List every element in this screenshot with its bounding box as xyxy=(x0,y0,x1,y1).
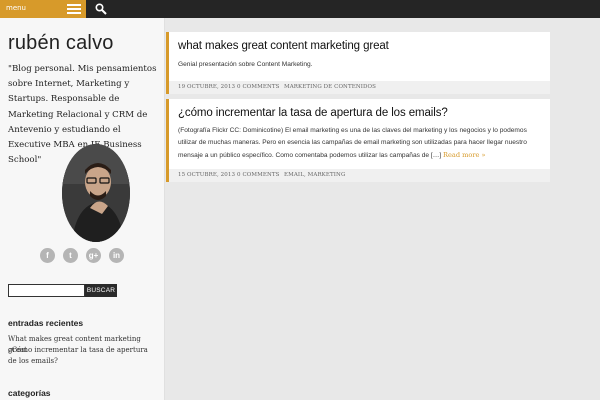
hamburger-icon xyxy=(67,4,81,14)
profile-photo xyxy=(62,144,130,242)
post-comments-link[interactable]: 0 Comments xyxy=(237,84,280,90)
post-excerpt: (Fotografía Flickr CC: Dominicotine) El … xyxy=(178,125,546,162)
facebook-icon[interactable]: f xyxy=(40,248,55,263)
post-meta: 15 octubre, 2013 0 Comments Email, Marke… xyxy=(169,169,550,182)
twitter-icon[interactable]: t xyxy=(63,248,78,263)
post-category-link[interactable]: Email, Marketing xyxy=(284,172,345,178)
top-bar: menu xyxy=(0,0,600,18)
search-input[interactable] xyxy=(8,284,85,297)
post-title[interactable]: ¿cómo incrementar la tasa de apertura de… xyxy=(178,107,448,119)
search-icon xyxy=(95,3,107,15)
post-card: what makes great content marketing great… xyxy=(166,32,550,94)
sidebar: rubén calvo "Blog personal. Mis pensamie… xyxy=(0,18,165,400)
search-toggle-button[interactable] xyxy=(90,0,112,18)
recent-post-link[interactable]: ¿Cómo incrementar la tasa de apertura de… xyxy=(8,345,158,367)
post-category-link[interactable]: Marketing de contenidos xyxy=(284,84,376,90)
menu-label: menu xyxy=(6,4,26,12)
post-title[interactable]: what makes great content marketing great xyxy=(178,40,389,52)
categories-title: categorías xyxy=(8,388,51,398)
post-date: 19 octubre, 2013 xyxy=(178,84,236,90)
recent-posts-title: entradas recientes xyxy=(8,318,84,328)
site-title[interactable]: rubén calvo xyxy=(8,32,114,55)
menu-button[interactable]: menu xyxy=(0,0,86,18)
read-more-link[interactable]: Read more » xyxy=(443,151,486,159)
search-button[interactable]: BUSCAR xyxy=(85,284,117,297)
avatar xyxy=(62,144,130,242)
linkedin-icon[interactable]: in xyxy=(109,248,124,263)
google-plus-icon[interactable]: g+ xyxy=(86,248,101,263)
post-meta: 19 octubre, 2013 0 Comments Marketing de… xyxy=(169,81,550,94)
post-excerpt: Genial presentación sobre Content Market… xyxy=(178,61,313,68)
post-card: ¿cómo incrementar la tasa de apertura de… xyxy=(166,99,550,182)
post-date: 15 octubre, 2013 xyxy=(178,172,236,178)
post-comments-link[interactable]: 0 Comments xyxy=(237,172,280,178)
